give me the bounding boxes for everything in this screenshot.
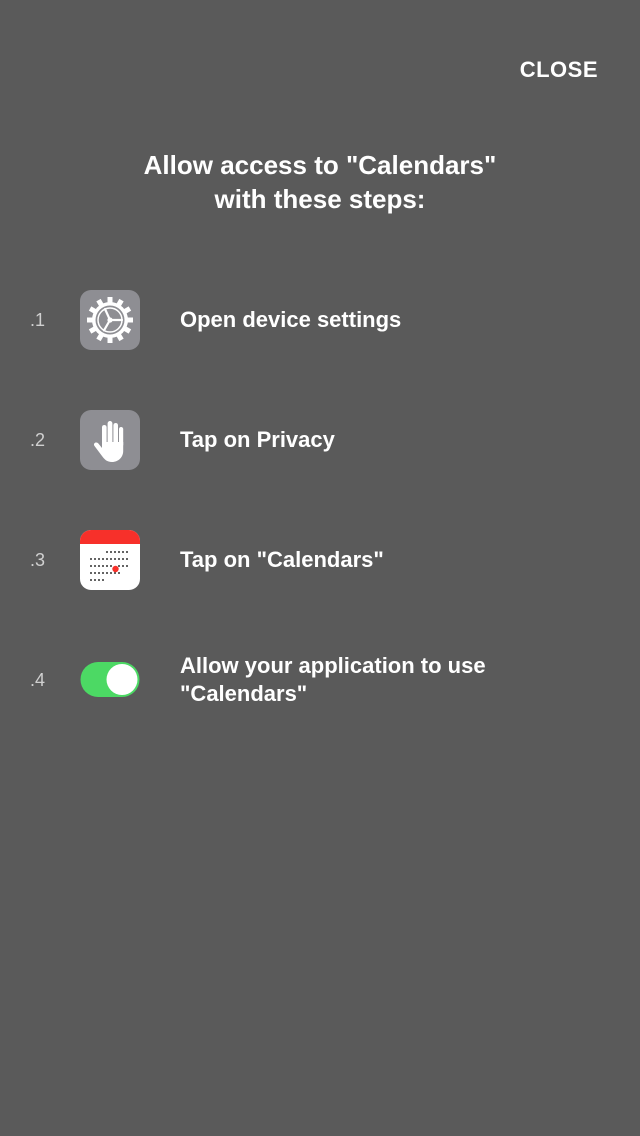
step-text: Tap on Privacy <box>180 427 335 452</box>
page-title: Allow access to "Calendars" with these s… <box>0 148 640 216</box>
step-number: .2 <box>30 430 46 450</box>
step-number: .4 <box>30 670 46 690</box>
page-title-line-1: Allow access to "Calendars" <box>143 150 497 180</box>
step-item: .3 Tap on "Calendars" <box>0 530 640 590</box>
step-text: Open device settings <box>180 307 402 332</box>
settings-gear-icon <box>80 290 140 350</box>
step-item: .1 Open device settings <box>0 290 640 350</box>
step-text: Tap on "Calendars" <box>180 547 384 572</box>
step-item: .2 Tap on Privacy <box>0 410 640 470</box>
step-item: .4 Allow your application to use "Calend… <box>0 650 640 710</box>
page-title-line-2: with these steps: <box>214 184 426 214</box>
step-number: .3 <box>30 550 46 570</box>
steps-list: .1 Open device settings .2 Tap on Privac… <box>0 290 640 770</box>
step-number: .1 <box>30 310 46 330</box>
toggle-switch-icon <box>80 650 140 710</box>
privacy-hand-icon <box>80 410 140 470</box>
step-text: Allow your application to use "Calendars… <box>180 653 486 706</box>
calendar-icon <box>80 530 140 590</box>
close-button[interactable]: CLOSE <box>520 56 598 84</box>
